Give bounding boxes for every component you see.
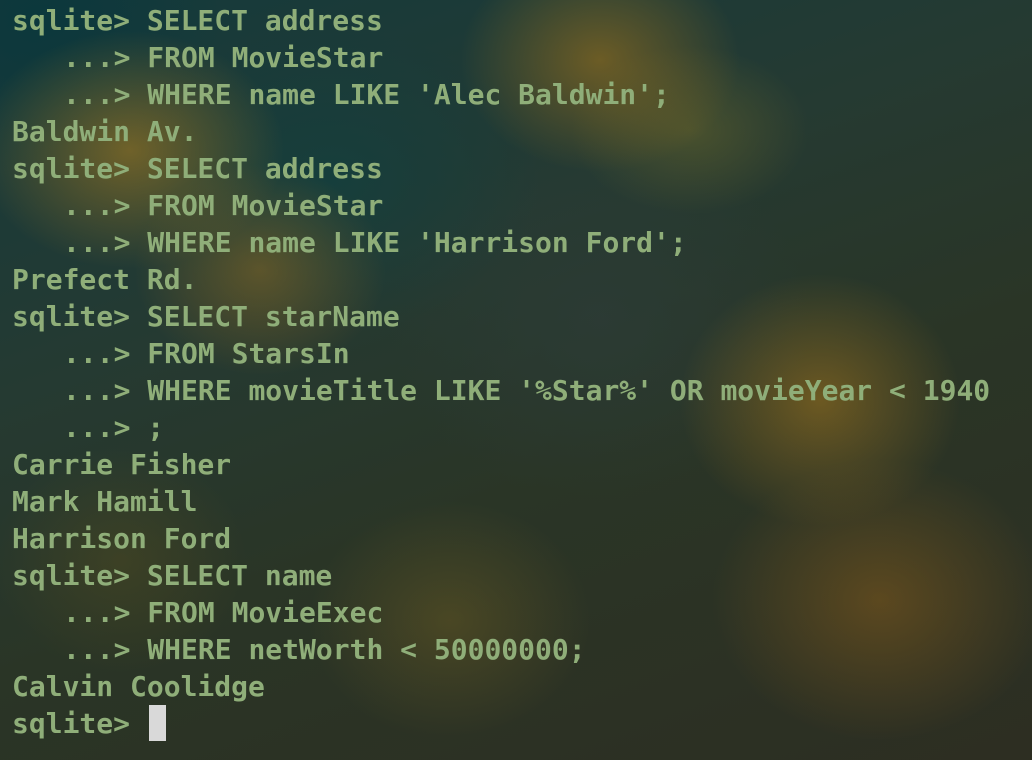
terminal-command-line: ...> WHERE movieTitle LIKE '%Star%' OR m… xyxy=(12,372,990,409)
continuation-prompt: ...> xyxy=(63,226,148,259)
terminal-output-line: Baldwin Av. xyxy=(12,113,990,150)
continuation-prompt: ...> xyxy=(63,189,148,222)
terminal-output-line: Harrison Ford xyxy=(12,520,990,557)
prompt-label: sqlite> xyxy=(12,707,147,740)
continuation-prompt: ...> xyxy=(63,633,148,666)
continuation-prompt: ...> xyxy=(63,596,148,629)
terminal-output: sqlite> SELECT address ...> FROM MovieSta… xyxy=(12,2,990,742)
sql-command-text: WHERE name LIKE 'Harrison Ford'; xyxy=(147,226,687,259)
terminal-command-line: ...> WHERE netWorth < 50000000; xyxy=(12,631,990,668)
continuation-prompt: ...> xyxy=(63,41,148,74)
text-cursor[interactable] xyxy=(148,705,166,741)
sql-command-text: WHERE name LIKE 'Alec Baldwin'; xyxy=(147,78,670,111)
prompt-label: sqlite> xyxy=(12,300,147,333)
terminal-command-line: sqlite> xyxy=(12,705,990,742)
terminal-command-line: ...> WHERE name LIKE 'Alec Baldwin'; xyxy=(12,76,990,113)
terminal-command-line: sqlite> SELECT name xyxy=(12,557,990,594)
terminal-command-line: ...> FROM StarsIn xyxy=(12,335,990,372)
terminal-output-line: Mark Hamill xyxy=(12,483,990,520)
sql-command-text: ; xyxy=(147,411,165,444)
continuation-prompt: ...> xyxy=(63,374,148,407)
sql-command-text: FROM StarsIn xyxy=(147,337,350,370)
terminal-command-line: ...> FROM MovieStar xyxy=(12,39,990,76)
sql-command-text: WHERE netWorth < 50000000; xyxy=(147,633,586,666)
query-result-text: Mark Hamill xyxy=(12,485,198,518)
prompt-label: sqlite> xyxy=(12,4,147,37)
terminal-output-line: Calvin Coolidge xyxy=(12,668,990,705)
sql-command-text: SELECT starName xyxy=(146,300,400,333)
terminal-command-line: ...> FROM MovieExec xyxy=(12,594,990,631)
terminal-command-line: sqlite> SELECT address xyxy=(12,150,990,187)
terminal-output-line: Prefect Rd. xyxy=(12,261,990,298)
continuation-prompt: ...> xyxy=(63,411,148,444)
sql-command-text: SELECT name xyxy=(146,559,333,592)
sql-command-text: WHERE movieTitle LIKE '%Star%' OR movieY… xyxy=(147,374,991,407)
query-result-text: Calvin Coolidge xyxy=(12,670,265,703)
sql-command-text: FROM MovieStar xyxy=(147,41,384,74)
prompt-label: sqlite> xyxy=(12,559,147,592)
terminal-window[interactable]: sqlite> SELECT address ...> FROM MovieSta… xyxy=(0,0,1032,760)
continuation-prompt: ...> xyxy=(63,337,148,370)
terminal-command-line: ...> ; xyxy=(12,409,990,446)
terminal-command-line: ...> WHERE name LIKE 'Harrison Ford'; xyxy=(12,224,990,261)
query-result-text: Harrison Ford xyxy=(12,522,232,555)
prompt-label: sqlite> xyxy=(12,152,147,185)
sql-command-text: SELECT address xyxy=(146,4,383,37)
terminal-output-line: Carrie Fisher xyxy=(12,446,990,483)
sql-command-text: SELECT address xyxy=(146,152,383,185)
sql-command-text: FROM MovieStar xyxy=(147,189,384,222)
continuation-prompt: ...> xyxy=(63,78,148,111)
query-result-text: Carrie Fisher xyxy=(12,448,232,481)
query-result-text: Prefect Rd. xyxy=(12,263,198,296)
query-result-text: Baldwin Av. xyxy=(12,115,198,148)
terminal-command-line: sqlite> SELECT address xyxy=(12,2,990,39)
terminal-command-line: sqlite> SELECT starName xyxy=(12,298,990,335)
sql-command-text: FROM MovieExec xyxy=(147,596,384,629)
terminal-command-line: ...> FROM MovieStar xyxy=(12,187,990,224)
